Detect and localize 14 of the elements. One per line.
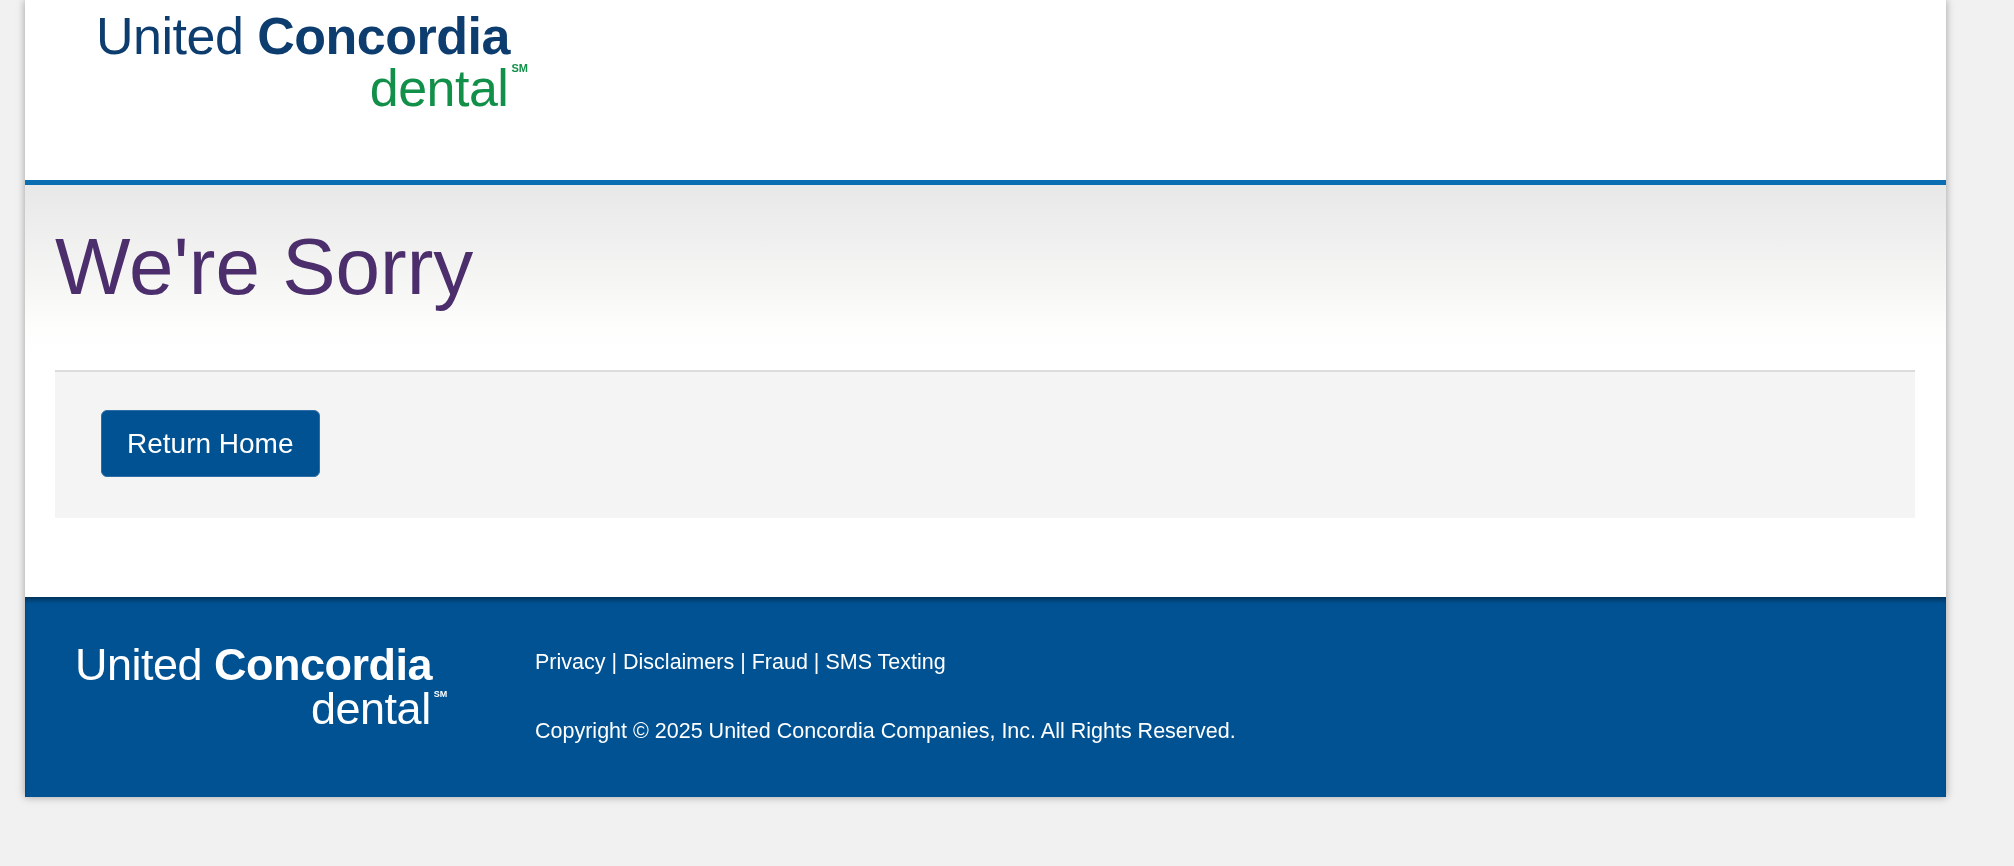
logo-product-name: dental$^{SM}$	[369, 62, 528, 114]
footer-link[interactable]: SMS Texting	[825, 650, 946, 674]
footer-link[interactable]: Disclaimers	[623, 650, 735, 674]
footer-link[interactable]: Fraud	[751, 650, 808, 674]
return-home-button[interactable]: Return Home	[101, 410, 320, 477]
link-separator: |	[611, 650, 618, 674]
link-separator: |	[813, 650, 820, 674]
footer-link[interactable]: Privacy	[535, 650, 606, 674]
link-separator: |	[740, 650, 746, 674]
logo-company-name: United Concordia	[96, 10, 510, 62]
logo-company-name: United Concordia	[75, 643, 433, 687]
page-heading: We're Sorry	[55, 221, 475, 313]
copyright-text: Copyright © 2025 United Concordia Companies, Inc. All Rights Reserved.	[535, 718, 1236, 744]
logo-product-name: dental$^{SM}$	[311, 687, 448, 731]
